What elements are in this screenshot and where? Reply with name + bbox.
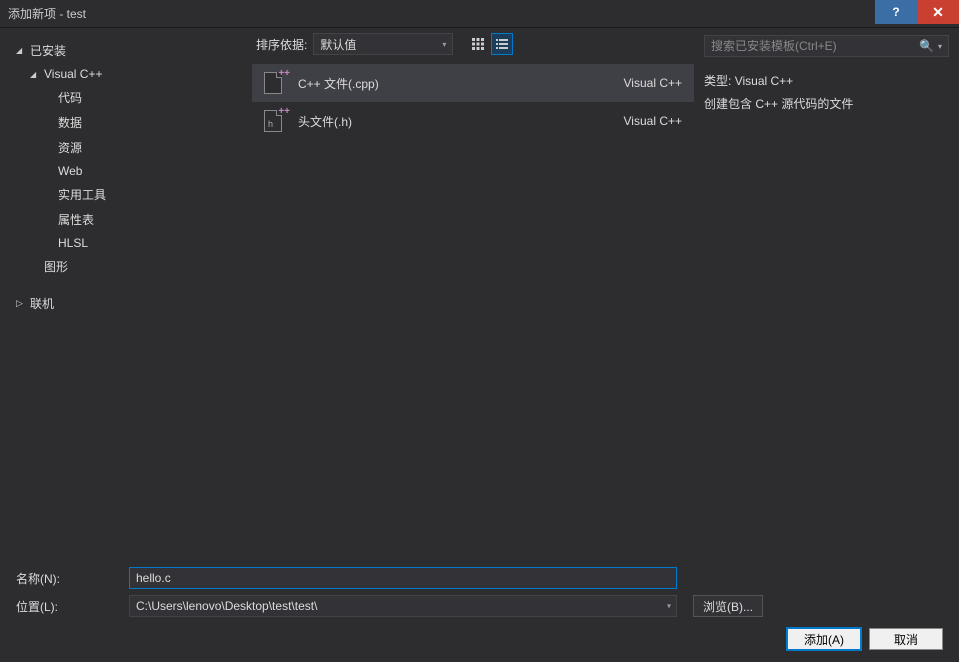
list-view-button[interactable] bbox=[491, 33, 513, 55]
tree-item-utility[interactable]: 实用工具 bbox=[8, 182, 244, 207]
search-row: 🔍 ▾ bbox=[704, 32, 949, 60]
tree-item-online[interactable]: 联机 bbox=[8, 291, 244, 316]
template-name: C++ 文件(.cpp) bbox=[298, 75, 612, 92]
name-row: 名称(N): bbox=[16, 564, 943, 592]
tree-item-label: 图形 bbox=[44, 258, 68, 275]
sidebar: 已安装 Visual C++ 代码 数据 资源 Web 实用工具 属性表 HLS… bbox=[0, 28, 252, 556]
tree-item-label: 属性表 bbox=[58, 211, 94, 228]
location-row: 位置(L): ▾ 浏览(B)... bbox=[16, 592, 943, 620]
tree-item-label: 联机 bbox=[30, 295, 54, 312]
tree-item-label: Web bbox=[58, 164, 82, 178]
tree-item-code[interactable]: 代码 bbox=[8, 85, 244, 110]
caret-down-icon bbox=[16, 45, 26, 56]
template-item-header[interactable]: h ++ 头文件(.h) Visual C++ bbox=[252, 102, 694, 140]
template-type: Visual C++ bbox=[624, 76, 682, 90]
template-list: ++ C++ 文件(.cpp) Visual C++ h ++ 头文件(.h) … bbox=[252, 60, 694, 144]
tree-item-graphics[interactable]: 图形 bbox=[8, 254, 244, 279]
search-input[interactable] bbox=[711, 39, 915, 53]
tree-item-installed[interactable]: 已安装 bbox=[8, 38, 244, 63]
sort-value: 默认值 bbox=[320, 36, 356, 53]
list-icon bbox=[496, 38, 508, 50]
template-name: 头文件(.h) bbox=[298, 113, 612, 130]
description-text: 创建包含 C++ 源代码的文件 bbox=[704, 95, 949, 112]
center-column: 排序依据: 默认值 ▾ ++ C++ 文件(.cpp) bbox=[252, 28, 694, 556]
tree-item-label: 已安装 bbox=[30, 42, 66, 59]
grid-icon bbox=[472, 38, 484, 50]
type-label: 类型: bbox=[704, 74, 731, 88]
type-line: 类型: Visual C++ bbox=[704, 72, 949, 89]
tree-item-web[interactable]: Web bbox=[8, 160, 244, 182]
help-button[interactable]: ? bbox=[875, 0, 917, 24]
template-type: Visual C++ bbox=[624, 114, 682, 128]
button-row: 添加(A) 取消 bbox=[0, 620, 959, 662]
titlebar: 添加新项 - test ? ✕ bbox=[0, 0, 959, 28]
tree-item-label: HLSL bbox=[58, 236, 88, 250]
search-icon: 🔍 bbox=[919, 39, 934, 53]
chevron-down-icon: ▾ bbox=[442, 40, 446, 49]
tree-item-resource[interactable]: 资源 bbox=[8, 135, 244, 160]
header-file-icon: h ++ bbox=[264, 110, 286, 132]
tree-item-data[interactable]: 数据 bbox=[8, 110, 244, 135]
location-input[interactable] bbox=[129, 595, 677, 617]
type-value: Visual C++ bbox=[735, 74, 793, 88]
sort-dropdown[interactable]: 默认值 ▾ bbox=[313, 33, 453, 55]
add-button[interactable]: 添加(A) bbox=[787, 628, 861, 650]
cancel-button[interactable]: 取消 bbox=[869, 628, 943, 650]
template-item-cpp[interactable]: ++ C++ 文件(.cpp) Visual C++ bbox=[252, 64, 694, 102]
search-box[interactable]: 🔍 ▾ bbox=[704, 35, 949, 57]
name-label: 名称(N): bbox=[16, 570, 121, 587]
tree-item-label: 资源 bbox=[58, 139, 82, 156]
tree-item-propsheet[interactable]: 属性表 bbox=[8, 207, 244, 232]
location-dropdown: ▾ bbox=[129, 595, 677, 617]
tree-item-hlsl[interactable]: HLSL bbox=[8, 232, 244, 254]
tree-item-label: Visual C++ bbox=[44, 67, 102, 81]
view-buttons bbox=[467, 33, 513, 55]
cpp-file-icon: ++ bbox=[264, 72, 286, 94]
right-column: 🔍 ▾ 类型: Visual C++ 创建包含 C++ 源代码的文件 bbox=[694, 28, 959, 556]
tree-item-label: 数据 bbox=[58, 114, 82, 131]
location-label: 位置(L): bbox=[16, 598, 121, 615]
tree-item-label: 实用工具 bbox=[58, 186, 106, 203]
center-header: 排序依据: 默认值 ▾ bbox=[252, 28, 694, 60]
sort-label: 排序依据: bbox=[256, 36, 307, 53]
tree-item-visualcpp[interactable]: Visual C++ bbox=[8, 63, 244, 85]
bottom-panel: 名称(N): 位置(L): ▾ 浏览(B)... bbox=[0, 556, 959, 620]
grid-view-button[interactable] bbox=[467, 33, 489, 55]
name-input[interactable] bbox=[129, 567, 677, 589]
tree-item-label: 代码 bbox=[58, 89, 82, 106]
description-area: 类型: Visual C++ 创建包含 C++ 源代码的文件 bbox=[704, 60, 949, 130]
browse-button[interactable]: 浏览(B)... bbox=[693, 595, 763, 617]
caret-right-icon bbox=[16, 298, 26, 309]
dropdown-icon: ▾ bbox=[938, 42, 942, 51]
main-body: 已安装 Visual C++ 代码 数据 资源 Web 实用工具 属性表 HLS… bbox=[0, 28, 959, 556]
close-button[interactable]: ✕ bbox=[917, 0, 959, 24]
titlebar-controls: ? ✕ bbox=[875, 0, 959, 27]
window-title: 添加新项 - test bbox=[8, 5, 86, 22]
caret-down-icon bbox=[30, 69, 40, 80]
